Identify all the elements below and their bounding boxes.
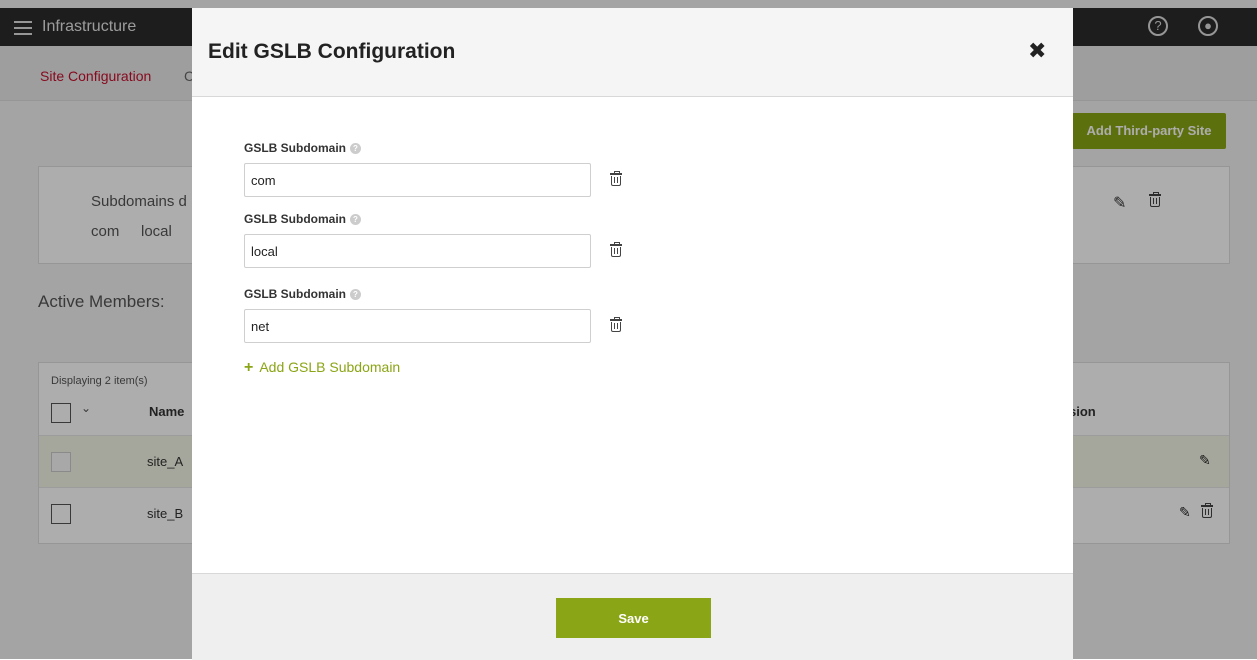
trash-icon[interactable] [610, 242, 622, 263]
help-icon[interactable]: ? [350, 289, 361, 300]
modal-footer: Save [192, 573, 1073, 660]
add-link-label: Add GSLB Subdomain [259, 359, 401, 375]
help-icon[interactable]: ? [350, 143, 361, 154]
gslb-subdomain-field: GSLB Subdomain? [244, 287, 664, 343]
edit-gslb-modal: Edit GSLB Configuration ✖ GSLB Subdomain… [192, 8, 1073, 660]
modal-title: Edit GSLB Configuration [208, 40, 456, 63]
gslb-subdomain-input[interactable] [244, 309, 591, 343]
field-label-group: GSLB Subdomain? [244, 212, 664, 230]
gslb-subdomain-input[interactable] [244, 163, 591, 197]
field-label: GSLB Subdomain [244, 212, 346, 226]
gslb-subdomain-field: GSLB Subdomain? [244, 212, 664, 268]
gslb-subdomain-field: GSLB Subdomain? [244, 141, 664, 197]
field-label-group: GSLB Subdomain? [244, 141, 664, 159]
close-icon[interactable]: ✖ [1028, 38, 1046, 64]
trash-icon[interactable] [610, 317, 622, 338]
field-label-group: GSLB Subdomain? [244, 287, 664, 305]
modal-body: GSLB Subdomain? GSLB Subdomain? GSLB Sub… [192, 97, 1073, 573]
trash-icon[interactable] [610, 171, 622, 192]
field-label: GSLB Subdomain [244, 141, 346, 155]
plus-icon: + [244, 359, 254, 376]
modal-header: Edit GSLB Configuration ✖ [192, 8, 1073, 97]
add-gslb-subdomain-link[interactable]: + Add GSLB Subdomain [244, 359, 400, 377]
field-label: GSLB Subdomain [244, 287, 346, 301]
help-icon[interactable]: ? [350, 214, 361, 225]
save-button[interactable]: Save [556, 598, 711, 638]
gslb-subdomain-input[interactable] [244, 234, 591, 268]
